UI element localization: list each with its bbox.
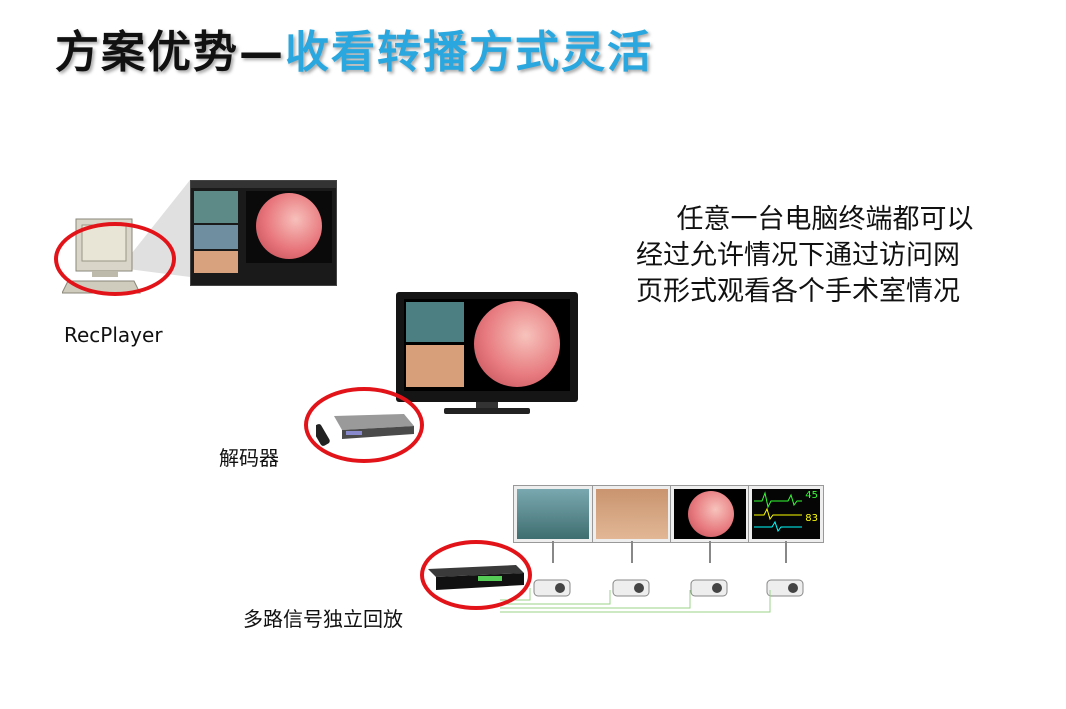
window-titlebar bbox=[191, 181, 336, 188]
projection-screen-vitals: 45 83 bbox=[748, 485, 824, 543]
tripod-stand bbox=[785, 541, 787, 563]
tv-monitor bbox=[396, 292, 578, 414]
projection-screen-surgery bbox=[513, 485, 593, 543]
description-paragraph: 任意一台电脑终端都可以经过允许情况下通过访问网页形式观看各个手术室情况 bbox=[636, 204, 974, 307]
title-highlight: 收看转播方式灵活 bbox=[285, 27, 653, 78]
signal-cables bbox=[500, 588, 771, 613]
tripod-stand bbox=[631, 541, 633, 563]
projection-screen-patient bbox=[592, 485, 672, 543]
video-tile-patient bbox=[194, 251, 238, 273]
recorder-highlight-ring bbox=[420, 540, 532, 610]
page-title: 方案优势—收看转播方式灵活 bbox=[55, 18, 653, 88]
tripod-stand bbox=[709, 541, 711, 563]
video-tile-surgery bbox=[194, 191, 238, 223]
decoder-label: 解码器 bbox=[219, 446, 279, 470]
projection-screen-endoscope bbox=[670, 485, 750, 543]
title-prefix: 方案优势— bbox=[55, 27, 285, 78]
video-tile-endoscope bbox=[246, 191, 332, 263]
description-text: 任意一台电脑终端都可以经过允许情况下通过访问网页形式观看各个手术室情况 bbox=[636, 202, 976, 310]
vitals-reading-top: 45 bbox=[805, 490, 818, 501]
recplayer-highlight-ring bbox=[54, 222, 176, 296]
vitals-reading-mid: 83 bbox=[805, 513, 818, 524]
video-tile-room bbox=[194, 225, 238, 249]
recplayer-label: RecPlayer bbox=[64, 323, 163, 347]
multi-playback-label: 多路信号独立回放 bbox=[243, 607, 403, 631]
recplayer-window bbox=[190, 180, 337, 286]
tripod-stand bbox=[552, 541, 554, 563]
decoder-highlight-ring bbox=[304, 387, 424, 463]
